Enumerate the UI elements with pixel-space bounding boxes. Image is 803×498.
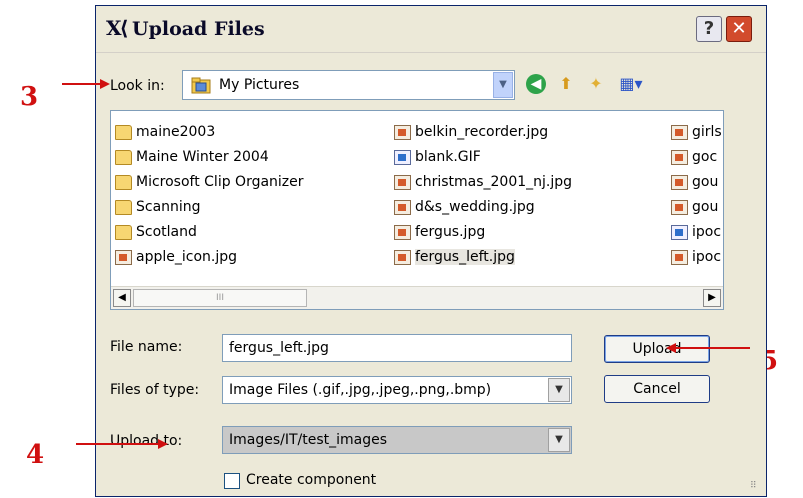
files-of-type-label: Files of type: [110, 382, 200, 398]
list-item[interactable]: christmas_2001_nj.jpg [394, 171, 572, 193]
file-name-field[interactable]: fergus_left.jpg [222, 334, 572, 362]
gif-file-icon [671, 224, 688, 240]
scroll-right-icon[interactable]: ▶ [703, 289, 721, 307]
back-icon[interactable]: ◀ [526, 74, 546, 94]
views-menu-icon[interactable]: ▦▾ [616, 72, 646, 96]
jpg-file-icon [671, 124, 688, 140]
jpg-file-icon [394, 124, 411, 140]
annotation-number-4: 4 [26, 440, 45, 470]
jpg-file-icon [115, 249, 132, 265]
upload-files-dialog: X⟨ Upload Files ? ✕ Look in: My Pictures… [95, 5, 767, 497]
close-button[interactable]: ✕ [726, 16, 752, 42]
jpg-file-icon [671, 249, 688, 265]
upload-to-dropdown[interactable]: Images/IT/test_images ▼ [222, 426, 572, 454]
jpg-file-icon [671, 149, 688, 165]
scroll-left-icon[interactable]: ◀ [113, 289, 131, 307]
dropdown-arrow-icon[interactable]: ▼ [548, 378, 570, 402]
look-in-label: Look in: [110, 78, 165, 94]
list-item[interactable]: d&s_wedding.jpg [394, 196, 535, 218]
files-of-type-value: Image Files (.gif,.jpg,.jpeg,.png,.bmp) [229, 382, 492, 398]
up-folder-icon[interactable]: ⬆ [554, 72, 578, 96]
my-pictures-folder-icon [191, 77, 211, 94]
list-item[interactable]: maine2003 [115, 121, 215, 143]
annotation-number-3: 3 [20, 82, 39, 112]
horizontal-scrollbar[interactable]: ◀ III ▶ [111, 286, 723, 309]
list-item[interactable]: Scotland [115, 221, 197, 243]
list-item[interactable]: girls [671, 121, 722, 143]
upload-button[interactable]: Upload [604, 335, 710, 363]
list-item[interactable]: fergus.jpg [394, 221, 485, 243]
list-item-selected[interactable]: fergus_left.jpg [394, 246, 515, 268]
list-item[interactable]: ipoc [671, 221, 721, 243]
create-component-checkbox[interactable] [224, 473, 240, 489]
list-item[interactable]: belkin_recorder.jpg [394, 121, 548, 143]
jpg-file-icon [671, 199, 688, 215]
jpg-file-icon [394, 224, 411, 240]
list-item[interactable]: apple_icon.jpg [115, 246, 237, 268]
list-item[interactable]: gou [671, 171, 718, 193]
jpg-file-icon [671, 174, 688, 190]
folder-icon [115, 149, 132, 165]
dropdown-arrow-icon[interactable]: ▼ [548, 428, 570, 452]
help-button[interactable]: ? [696, 16, 722, 42]
dropdown-arrow-icon[interactable]: ▼ [493, 72, 513, 98]
dialog-title: Upload Files [132, 18, 265, 40]
list-item[interactable]: Scanning [115, 196, 201, 218]
gif-file-icon [394, 149, 411, 165]
upload-to-label: Upload to: [110, 433, 183, 449]
list-item[interactable]: Microsoft Clip Organizer [115, 171, 304, 193]
files-of-type-dropdown[interactable]: Image Files (.gif,.jpg,.jpeg,.png,.bmp) … [222, 376, 572, 404]
upload-to-value: Images/IT/test_images [229, 432, 388, 448]
jpg-file-icon [394, 249, 411, 265]
list-item[interactable]: goc [671, 146, 717, 168]
jpg-file-icon [394, 199, 411, 215]
cancel-button[interactable]: Cancel [604, 375, 710, 403]
new-folder-icon[interactable]: ✦ [584, 72, 608, 96]
list-item[interactable]: gou [671, 196, 718, 218]
scroll-thumb[interactable]: III [133, 289, 307, 307]
title-bar[interactable]: X⟨ Upload Files ? ✕ [96, 6, 766, 53]
resize-grip-icon[interactable]: ⠿ [750, 480, 762, 492]
list-item[interactable]: Maine Winter 2004 [115, 146, 269, 168]
folder-icon [115, 224, 132, 240]
app-logo-icon: X⟨ [106, 16, 129, 40]
jpg-file-icon [394, 174, 411, 190]
look-in-value: My Pictures [219, 77, 300, 93]
folder-icon [115, 199, 132, 215]
list-item[interactable]: blank.GIF [394, 146, 481, 168]
look-in-dropdown[interactable]: My Pictures ▼ [182, 70, 515, 100]
create-component-label: Create component [246, 472, 377, 488]
file-list[interactable]: maine2003 Maine Winter 2004 Microsoft Cl… [110, 110, 724, 310]
folder-icon [115, 124, 132, 140]
folder-icon [115, 174, 132, 190]
file-name-label: File name: [110, 339, 183, 355]
list-item[interactable]: ipoc [671, 246, 721, 268]
